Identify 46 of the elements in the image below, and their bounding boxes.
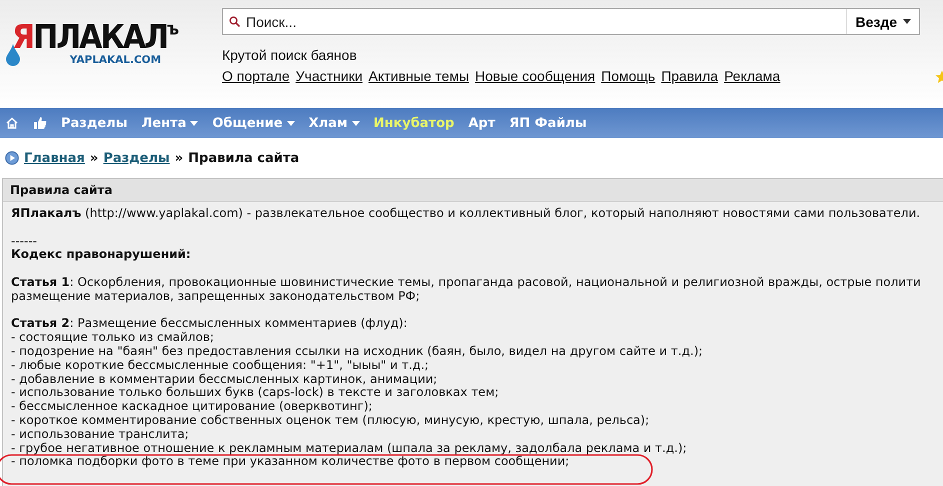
nav-menu-item[interactable]: Разделы [61, 116, 128, 130]
nav-menu-item[interactable]: Лента [141, 116, 198, 130]
rules-text-line: - использование транслита; [11, 428, 190, 442]
rules-text-line: - любые короткие бессмысленные сообщения: "+1", "ыыы" и т.д.; [11, 358, 430, 373]
header-link[interactable]: Участники [296, 68, 363, 84]
breadcrumb-current: Правила сайта [188, 150, 300, 166]
play-circle-icon [5, 151, 19, 165]
breadcrumb-link[interactable]: Главная [24, 150, 85, 166]
caret-icon [903, 19, 911, 24]
rules-text-line: Статья 1: Оскорбления, провокационные шовинистические темы, пропаганда расовой, национальной и религиозной вражды, острые полити [11, 276, 922, 290]
breadcrumb-link[interactable]: Разделы [103, 150, 170, 166]
rules-text-line: - короткое комментирование собственных оценок тем (плюсую, минусую, крестую, шпала, рельса); [11, 414, 650, 428]
breadcrumb-separator: » [90, 150, 98, 166]
nav-menu-item[interactable]: Хлам [308, 116, 360, 130]
tagline: Крутой поиск баянов [222, 47, 358, 63]
rules-text-line: - использование только больших букв (caps-lock) в тексте и заголовках тем; [11, 386, 500, 400]
rules-text-line: размещение материалов, запрещенных законодательством РФ; [11, 290, 421, 304]
rules-text-line: ЯПлакалъ (http://www.yaplakal.com) - развлекательное сообщество и коллективный блог, который наполняют новостями сами пользователи. [11, 207, 922, 221]
thumbs-up-icon[interactable] [33, 116, 47, 130]
caret-icon [190, 120, 198, 126]
header-link[interactable]: О портале [222, 68, 290, 84]
search-icon [229, 16, 240, 27]
home-icon[interactable] [5, 116, 19, 130]
logo-domain: YAPLAKAL.COM [70, 54, 162, 66]
rules-text-line: ------ [11, 234, 38, 248]
rules-text-line: Кодекс правонарушений: [11, 248, 192, 262]
breadcrumb-separator: » [174, 150, 184, 166]
header-link[interactable]: Активные темы [368, 68, 470, 84]
nav-menu-item[interactable]: ЯП Файлы [509, 116, 587, 130]
header-link[interactable]: Правила [661, 68, 718, 84]
header-link[interactable]: Реклама [724, 68, 780, 84]
nav-menu-item[interactable]: Общение [212, 116, 295, 130]
caret-icon [286, 120, 295, 126]
rules-text-line: - состоящие только из смайлов; [11, 331, 215, 345]
panel-title: Правила сайта [3, 179, 943, 202]
rules-text-line: - добавление в комментарии бессмысленных картинок, анимации; [11, 372, 438, 386]
header-link[interactable]: Помощь [601, 68, 656, 84]
caret-icon [352, 120, 360, 126]
rules-text-line: - поломка подборки фото в теме при указанном количестве фото в первом сообщении; [11, 455, 570, 470]
rules-text-line: Статья 2: Размещение бессмысленных комментариев (флуд): [11, 317, 408, 332]
rules-text-line: - грубое негативное отношение к рекламным материалам (шпала за рекламу, задолбала реклама и т.д.); [11, 442, 688, 456]
search-field[interactable]: Поиск... Везде [222, 8, 920, 35]
header-link[interactable]: Новые сообщения [475, 68, 596, 84]
nav-menu-item[interactable]: Арт [468, 116, 496, 130]
rules-text-line: - подозрение на "баян" без предоставления ссылки на исходник (баян, было, видел на другом сайте и т.д.); [11, 344, 704, 359]
rules-text-line: - бессмысленное каскадное цитирование (оверквотинг); [11, 400, 374, 414]
